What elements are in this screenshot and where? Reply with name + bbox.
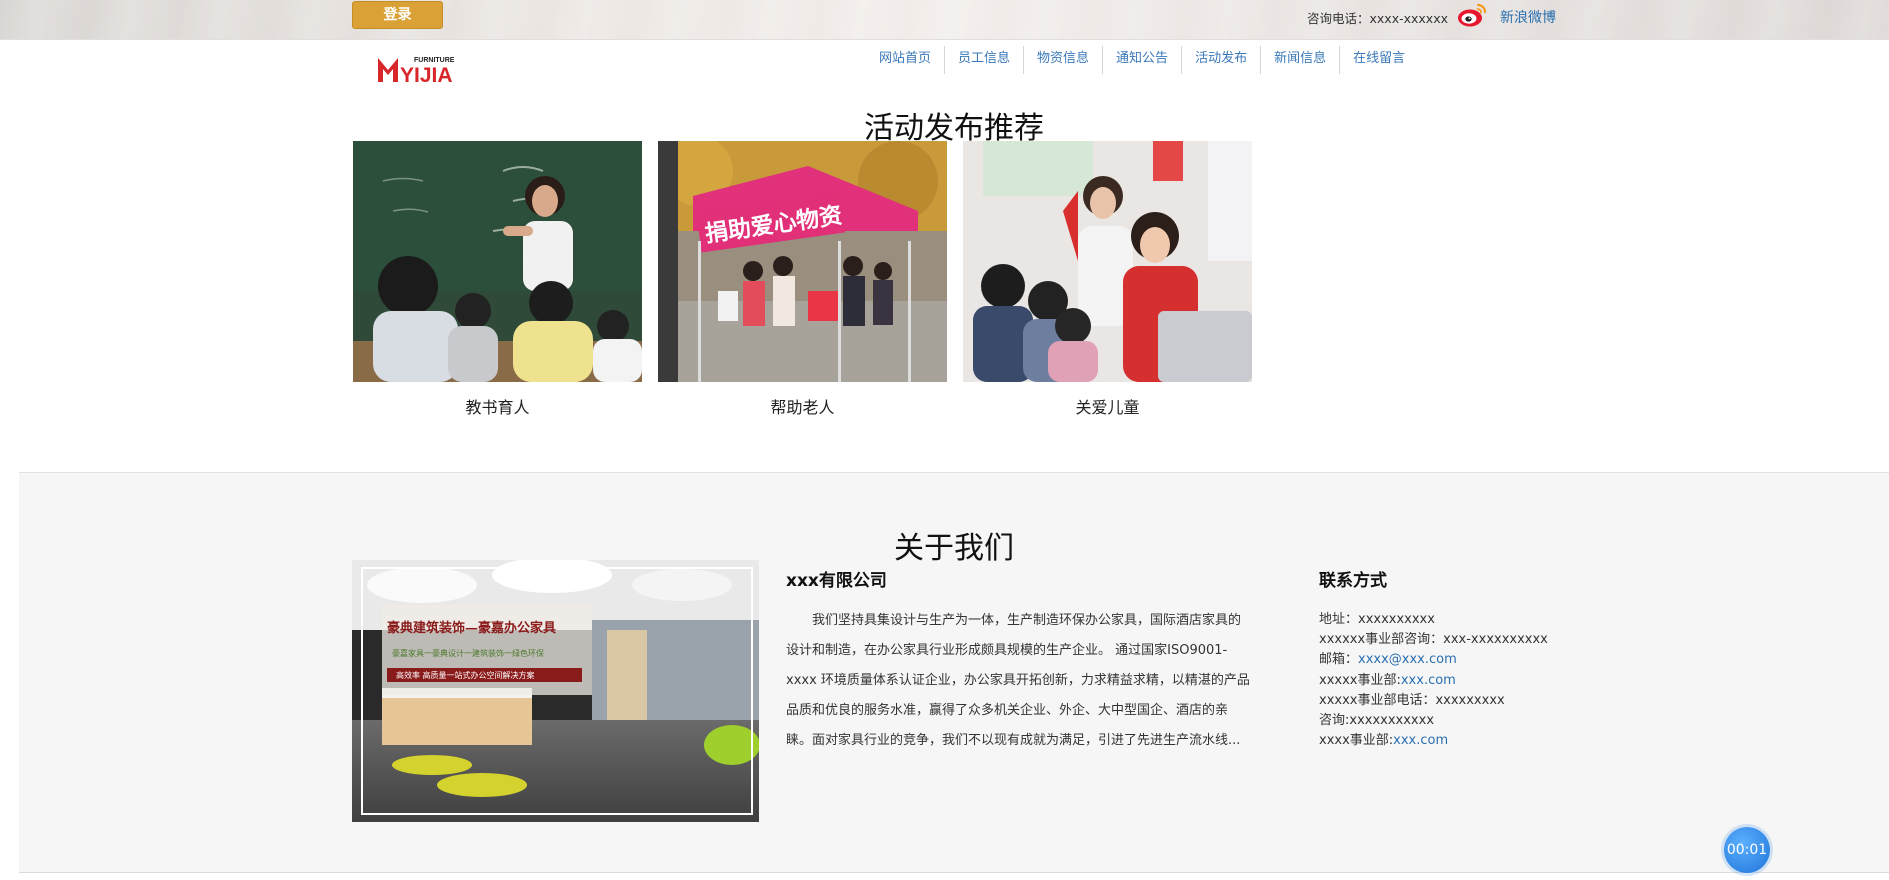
contact-email-label: 邮箱：	[1319, 652, 1359, 668]
contact-dept2-link[interactable]: xxx.com	[1393, 733, 1448, 748]
contact-list: 地址：xxxxxxxxxx xxxxxx事业部咨询：xxx-xxxxxxxxxx…	[1319, 610, 1548, 751]
contact-dept1-row: xxxxx事业部:xxx.com	[1319, 671, 1548, 691]
about-image-tagline: 高效率 高质量一站式办公空间解决方案	[396, 670, 535, 680]
nav-item-news[interactable]: 新闻信息	[1260, 46, 1339, 74]
main-nav: 网站首页 员工信息 物资信息 通知公告 活动发布 新闻信息 在线留言	[866, 46, 1418, 74]
children-care-photo[interactable]	[963, 141, 1252, 382]
nav-item-messages[interactable]: 在线留言	[1339, 46, 1418, 74]
about-company-photo: 豪典建筑装饰—豪嘉办公家具 豪嘉家具一豪典设计一建筑装饰一绿色环保 高效率 高质…	[352, 560, 759, 822]
login-button[interactable]: 登录	[352, 1, 443, 29]
nav-item-activities[interactable]: 活动发布	[1181, 46, 1260, 74]
activity-card-teaching[interactable]: 教书育人	[353, 141, 642, 418]
card-caption[interactable]: 帮助老人	[658, 394, 947, 418]
contact-address: 地址：xxxxxxxxxx	[1319, 612, 1435, 627]
about-image-headline: 豪典建筑装饰—豪嘉办公家具	[387, 620, 556, 636]
nav-item-supplies[interactable]: 物资信息	[1023, 46, 1102, 74]
about-image-subline: 豪嘉家具一豪典设计一建筑装饰一绿色环保	[392, 648, 544, 658]
contact-title: 联系方式	[1319, 571, 1387, 591]
nav-item-staff[interactable]: 员工信息	[944, 46, 1023, 74]
logo-small-text: FURNITURE	[414, 57, 455, 64]
contact-dept1-label: xxxxx事业部:	[1319, 672, 1401, 688]
activity-cards: 教书育人 捐助爱心物资 帮助老人 关爱儿童	[353, 141, 1252, 418]
teaching-photo[interactable]	[353, 141, 642, 382]
activity-card-elderly[interactable]: 捐助爱心物资 帮助老人	[658, 141, 947, 418]
weibo-link[interactable]: 新浪微博	[1500, 7, 1556, 27]
contact-email-row: 邮箱：xxxx@xxx.com	[1319, 650, 1548, 670]
card-caption[interactable]: 教书育人	[353, 394, 642, 418]
nav-item-home[interactable]: 网站首页	[866, 46, 944, 74]
yijia-logo[interactable]: FURNITURE YIJIA	[376, 52, 460, 86]
company-description: 我们坚持具集设计与生产为一体，生产制造环保办公家具，国际酒店家具的设计和制造，在…	[786, 613, 1250, 748]
logo-brand-text: YIJIA	[400, 64, 453, 86]
about-section-title: 关于我们	[894, 531, 1014, 566]
contact-dept-consult: xxxxxx事业部咨询：xxx-xxxxxxxxxx	[1319, 632, 1548, 648]
nav-item-notices[interactable]: 通知公告	[1102, 46, 1181, 74]
weibo-icon[interactable]	[1456, 2, 1488, 28]
top-bar-background	[0, 0, 1889, 39]
activity-card-children[interactable]: 关爱儿童	[963, 141, 1252, 418]
top-bar: 登录 咨询电话：xxxx-xxxxxx 新浪微博	[0, 0, 1889, 40]
card-caption[interactable]: 关爱儿童	[963, 394, 1252, 418]
consult-phone: 咨询电话：xxxx-xxxxxx	[1307, 11, 1448, 26]
bottom-divider	[19, 872, 1889, 873]
elderly-help-photo[interactable]: 捐助爱心物资	[658, 141, 947, 382]
contact-dept1-link[interactable]: xxx.com	[1401, 673, 1456, 688]
contact-dept-phone: xxxxx事业部电话：xxxxxxxxx	[1319, 692, 1505, 708]
company-name: xxx有限公司	[786, 571, 887, 591]
contact-dept2-row: xxxx事业部:xxx.com	[1319, 731, 1548, 751]
contact-consult: 咨询:xxxxxxxxxxx	[1319, 713, 1435, 729]
contact-email-link[interactable]: xxxx@xxx.com	[1358, 652, 1457, 667]
recording-timer[interactable]: 00:01	[1724, 827, 1770, 873]
contact-dept2-label: xxxx事业部:	[1319, 733, 1394, 749]
